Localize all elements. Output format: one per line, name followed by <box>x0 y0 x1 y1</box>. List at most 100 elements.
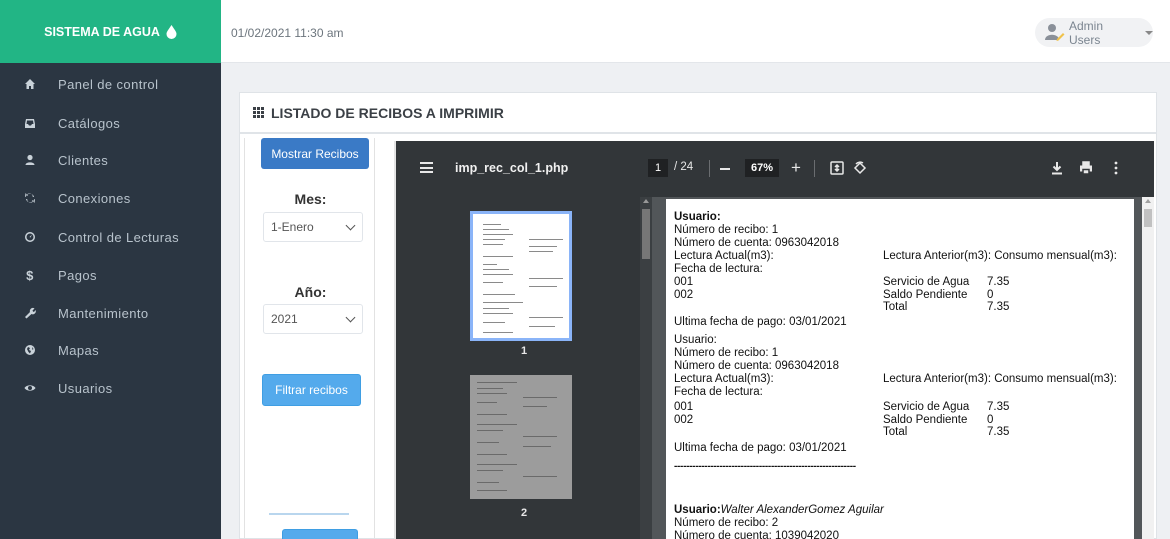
menu-icon[interactable] <box>420 162 433 173</box>
divider <box>269 513 349 515</box>
previous-reading-label: Lectura Anterior(m3): Consumo mensual(m3… <box>883 250 1117 262</box>
last-payment-date: Ultima fecha de pago: 03/01/2021 <box>674 442 847 454</box>
pending-balance-value: 0 <box>987 414 994 426</box>
fit-page-icon[interactable] <box>829 159 845 177</box>
month-select[interactable]: 1-Enero <box>263 212 363 242</box>
brand-logo[interactable]: SISTEMA DE AGUA <box>0 0 221 63</box>
zoom-out-icon[interactable] <box>720 168 730 170</box>
dollar-icon: $ <box>26 267 34 283</box>
user-menu-button[interactable]: Admin Users <box>1035 18 1153 47</box>
previous-reading-label: Lectura Anterior(m3): Consumo mensual(m3… <box>883 373 1117 385</box>
scroll-up-icon[interactable] <box>1145 199 1151 203</box>
total-value: 7.35 <box>987 426 1010 438</box>
water-service-label: Servicio de Agua <box>883 276 970 288</box>
year-value: 2021 <box>271 312 298 326</box>
total-label: Total <box>883 301 908 313</box>
reading-date-label: Fecha de lectura: <box>674 263 763 275</box>
zoom-in-icon[interactable]: + <box>791 159 801 177</box>
sidebar-item-panel-de-control[interactable]: Panel de control <box>0 65 221 103</box>
water-service-label: Servicio de Agua <box>883 401 970 413</box>
current-datetime: 01/02/2021 11:30 am <box>231 26 344 40</box>
year-label: Año: <box>294 284 327 300</box>
download-icon[interactable] <box>1049 159 1065 177</box>
print-button[interactable] <box>282 529 358 539</box>
receipt-user-label: Usuario: <box>674 334 717 346</box>
current-reading-label: Lectura Actual(m3): <box>674 250 774 262</box>
water-service-value: 7.35 <box>987 401 1010 413</box>
scrollbar-thumb[interactable] <box>642 209 650 259</box>
current-reading-label: Lectura Actual(m3): <box>674 373 774 385</box>
month-value: 1-Enero <box>271 220 314 234</box>
sidebar-item-label: Mantenimiento <box>58 305 149 321</box>
more-options-icon[interactable] <box>1108 159 1124 177</box>
total-value: 7.35 <box>987 301 1010 313</box>
month-label: Mes: <box>294 191 327 207</box>
receipts-panel: LISTADO DE RECIBOS A IMPRIMIR Mostrar Re… <box>239 92 1157 539</box>
pdf-toolbar: imp_rec_col_1.php 1 / 24 67% + <box>396 141 1154 197</box>
current-reading-value: 001 <box>674 276 694 288</box>
show-receipts-button[interactable]: Mostrar Recibos <box>261 138 369 169</box>
receipt-number: Número de recibo: 2 <box>674 517 779 529</box>
sidebar-item-label: Usuarios <box>58 380 113 396</box>
document-scrollbar[interactable] <box>1142 197 1154 539</box>
filter-receipts-button[interactable]: Filtrar recibos <box>262 374 361 406</box>
rotate-icon[interactable] <box>852 159 868 177</box>
receipt-user-name: Walter AlexanderGomez Aguilar <box>720 504 884 516</box>
eye-icon <box>0 382 58 394</box>
grid-icon <box>253 106 265 119</box>
account-number: Número de cuenta: 0963042018 <box>674 360 839 372</box>
sidebar-item-control-de-lecturas[interactable]: Control de Lecturas <box>0 218 221 256</box>
receipt-user-label: Usuario: <box>674 211 721 223</box>
previous-reading-value: 002 <box>674 414 694 426</box>
sidebar-item-conexiones[interactable]: Conexiones <box>0 179 221 217</box>
panel-title: LISTADO DE RECIBOS A IMPRIMIR <box>271 104 504 121</box>
pdf-page: Usuario: Número de recibo: 1 Número de c… <box>666 199 1134 539</box>
wrench-icon <box>0 307 58 319</box>
pdf-viewer[interactable]: imp_rec_col_1.php 1 / 24 67% + 1 2 Usuar… <box>394 141 1154 539</box>
zoom-level-input[interactable]: 67% <box>745 159 779 177</box>
thumbnail-page-label: 2 <box>520 507 528 519</box>
receipt-user-label: Usuario: <box>674 504 721 516</box>
sidebar-item-label: Clientes <box>58 152 109 168</box>
year-select[interactable]: 2021 <box>263 304 363 334</box>
panel-header: LISTADO DE RECIBOS A IMPRIMIR <box>240 93 1156 134</box>
user-icon <box>0 154 58 166</box>
toolbar-divider <box>709 160 710 177</box>
brand-title: SISTEMA DE AGUA <box>44 24 160 39</box>
current-reading-value: 001 <box>674 401 694 413</box>
sidebar-item-label: Conexiones <box>58 190 131 206</box>
print-icon[interactable] <box>1078 159 1094 177</box>
sidebar-item-pagos[interactable]: $ Pagos <box>0 256 221 294</box>
sidebar-item-label: Catálogos <box>58 115 121 131</box>
sidebar-item-mantenimiento[interactable]: Mantenimiento <box>0 294 221 332</box>
pdf-filename: imp_rec_col_1.php <box>455 161 569 175</box>
pending-balance-label: Saldo Pendiente <box>883 414 968 426</box>
page-number-input[interactable]: 1 <box>648 159 668 177</box>
thumbnail-preview <box>473 378 563 496</box>
pending-balance-label: Saldo Pendiente <box>883 289 968 301</box>
pending-balance-value: 0 <box>987 289 994 301</box>
thumbnail-scrollbar[interactable] <box>640 197 652 539</box>
receipt-user-row: Usuario:Walter AlexanderGomez Aguilar <box>674 504 884 517</box>
sidebar-item-mapas[interactable]: Mapas <box>0 331 221 369</box>
user-name: Admin Users <box>1069 18 1104 47</box>
receipt-number: Número de recibo: 1 <box>674 224 779 236</box>
sidebar-item-catalogos[interactable]: Catálogos <box>0 104 221 142</box>
thumbnail-page-label: 1 <box>520 345 528 357</box>
thumbnail-page-2[interactable] <box>470 375 572 499</box>
reading-date-label: Fecha de lectura: <box>674 386 763 398</box>
thumbnail-preview <box>479 220 569 335</box>
sidebar-item-clientes[interactable]: Clientes <box>0 141 221 179</box>
top-header: 01/02/2021 11:30 am Admin Users <box>221 0 1170 63</box>
sidebar-item-usuarios[interactable]: Usuarios <box>0 369 221 407</box>
refresh-icon <box>0 192 58 204</box>
thumbnail-page-1[interactable] <box>470 211 572 341</box>
home-icon <box>0 78 58 90</box>
scrollbar-thumb[interactable] <box>1144 209 1152 227</box>
thumbnail-sidebar: 1 2 <box>396 197 652 539</box>
globe-icon <box>0 344 58 356</box>
scroll-up-icon[interactable] <box>643 199 649 203</box>
inbox-icon <box>0 117 58 129</box>
receipt-number: Número de recibo: 1 <box>674 347 779 359</box>
sidebar-item-label: Mapas <box>58 342 100 358</box>
